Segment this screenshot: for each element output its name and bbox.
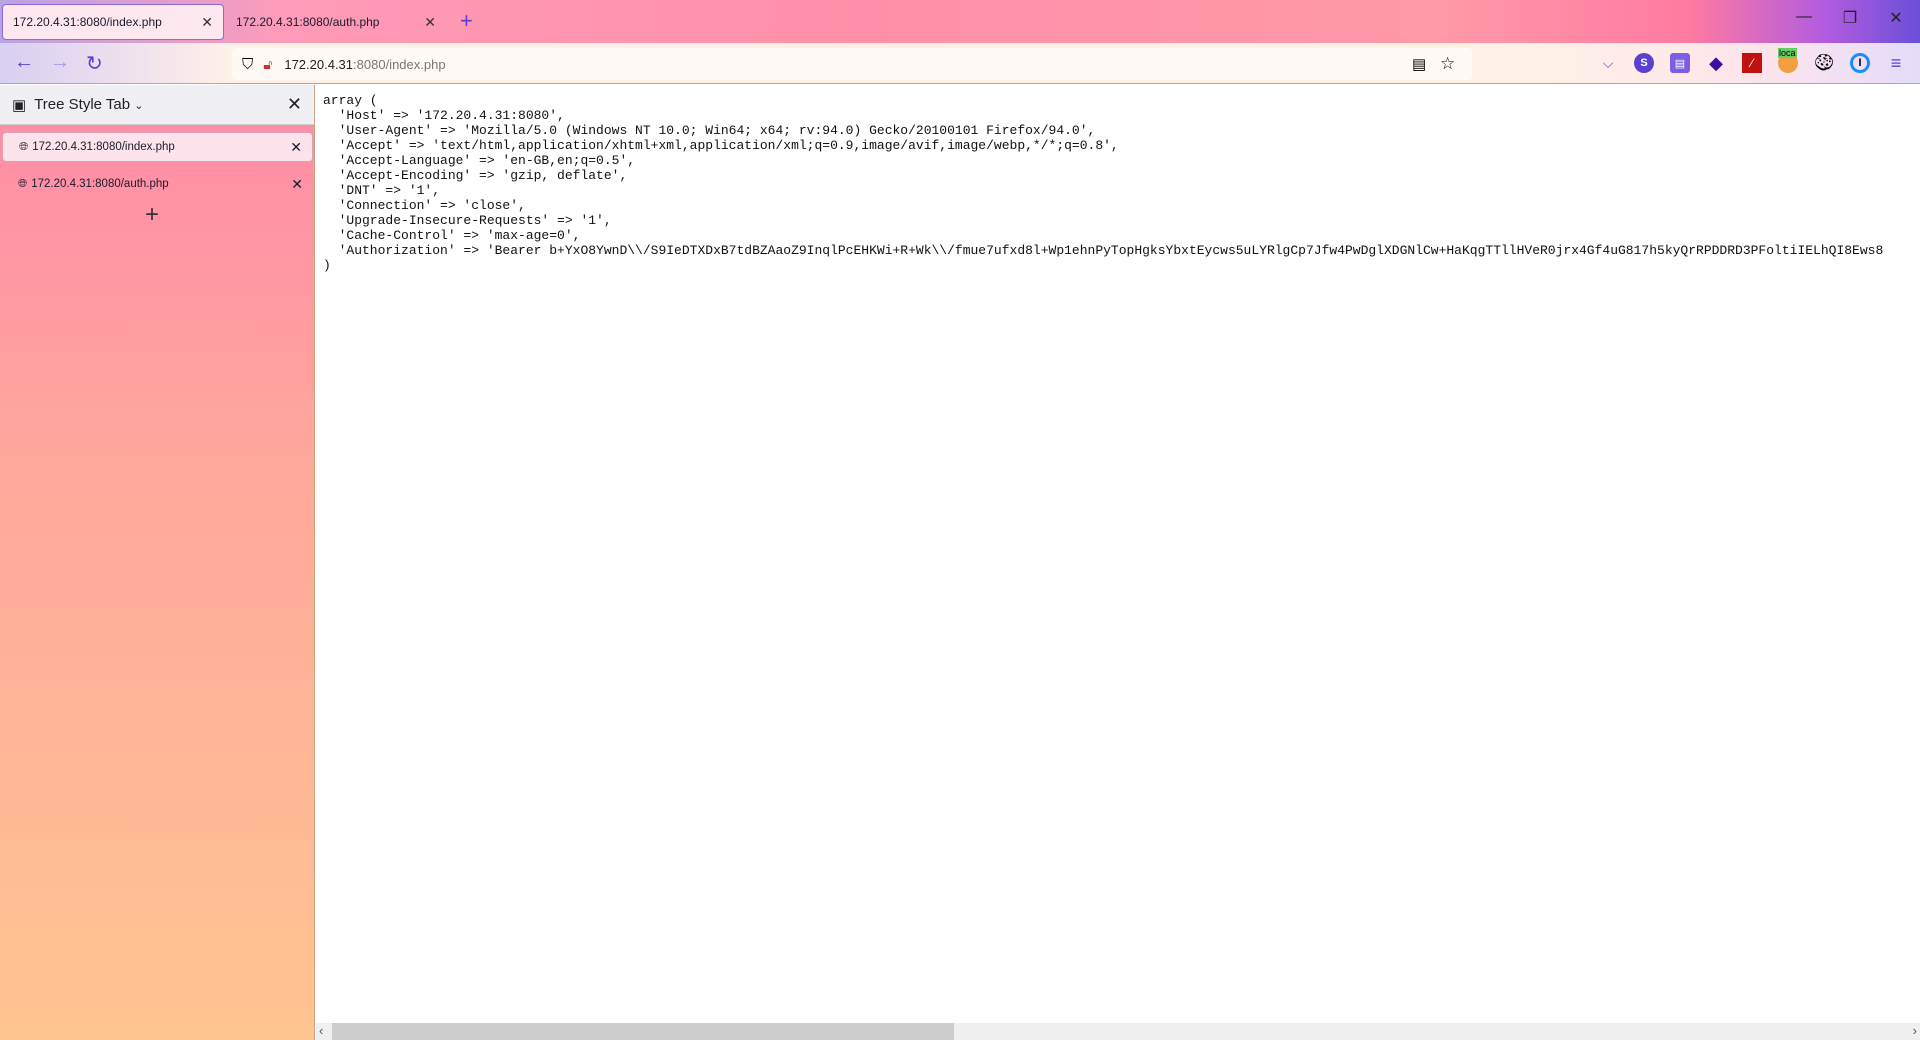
request-headers-dump: array ( 'Host' => '172.20.4.31:8080', 'U… [316,85,1920,273]
magic-wand-icon[interactable]: ⁄ [1742,53,1762,73]
extension-s-icon[interactable]: S [1634,53,1654,73]
url-path: :8080/index.php [353,56,446,72]
insecure-lock-icon[interactable]: 🔓︎ [263,56,272,73]
extension-badge: loca [1778,48,1797,58]
dump-line: array ( [323,93,378,108]
window-close-icon[interactable]: ✕ [1876,8,1916,28]
localhost-extension-icon[interactable]: loca [1778,48,1798,73]
sidebar-tab-auth[interactable]: 🌐︎ 172.20.4.31:8080/auth.php ✕ [2,169,313,199]
close-tab-icon[interactable]: ✕ [424,14,436,31]
dump-line: 'Cache-Control' => 'max-age=0', [323,228,581,243]
containers-icon[interactable]: ▤ [1670,53,1690,73]
close-tab-icon[interactable]: ✕ [291,176,303,193]
page-content: array ( 'Host' => '172.20.4.31:8080', 'U… [316,85,1920,1022]
chevron-down-icon[interactable]: ⌄ [134,100,143,112]
tab-index[interactable]: 172.20.4.31:8080/index.php ✕ [2,4,224,40]
tab-label: 172.20.4.31:8080/auth.php [236,15,380,29]
sidebar-tab-label: 172.20.4.31:8080/index.php [32,141,175,153]
close-sidebar-icon[interactable]: ✕ [287,94,302,115]
url-host: 172.20.4.31 [284,56,354,72]
back-arrow-icon[interactable]: ← [14,51,34,74]
restore-icon[interactable]: ❐ [1830,8,1870,28]
minimize-icon[interactable]: — [1784,8,1824,26]
sidebar-header: ▣ Tree Style Tab ⌄ ✕ [0,85,314,125]
sidebar-title-text: Tree Style Tab [34,96,131,113]
new-tab-plus-icon[interactable]: + [460,8,473,34]
sidebar-title[interactable]: Tree Style Tab ⌄ [34,96,287,113]
dump-line: 'Upgrade-Insecure-Requests' => '1', [323,213,612,228]
sidebar-tab-index[interactable]: 🌐︎ 172.20.4.31:8080/index.php ✕ [2,132,313,162]
tab-auth[interactable]: 172.20.4.31:8080/auth.php ✕ [226,4,446,40]
bookmark-star-icon[interactable]: ☆ [1440,54,1455,74]
dump-line: 'Accept-Encoding' => 'gzip, deflate', [323,168,628,183]
dump-line: 'Accept' => 'text/html,application/xhtml… [323,138,1119,153]
dump-line: 'Accept-Language' => 'en-GB,en;q=0.5', [323,153,636,168]
dump-line: 'Authorization' => 'Bearer b+YxO8YwnD\\/… [323,243,1884,258]
tab-label: 172.20.4.31:8080/index.php [13,15,162,29]
sidebar-icon: ▣ [12,96,27,114]
reload-icon[interactable]: ↻ [86,51,103,76]
pocket-icon[interactable]: ⌵ [1598,53,1618,73]
reader-view-icon[interactable]: ▤ [1412,55,1426,73]
dump-line: ) [323,258,331,273]
layers-icon[interactable]: ◆ [1706,53,1726,73]
tree-style-tab-sidebar: ▣ Tree Style Tab ⌄ ✕ 🌐︎ 172.20.4.31:8080… [0,85,315,1040]
sidebar-tab-label: 172.20.4.31:8080/auth.php [31,178,169,190]
scrollbar-thumb[interactable] [332,1023,954,1040]
password-manager-icon[interactable]: I [1850,53,1870,73]
scroll-right-icon[interactable]: › [1913,1023,1917,1038]
dump-line: 'User-Agent' => 'Mozilla/5.0 (Windows NT… [323,123,1096,138]
close-tab-icon[interactable]: ✕ [201,14,213,31]
tab-bar: 172.20.4.31:8080/index.php ✕ 172.20.4.31… [0,0,1920,43]
address-bar[interactable]: ⛉ 🔓︎ 172.20.4.31:8080/index.php ▤ ☆ [232,48,1472,80]
scroll-left-icon[interactable]: ‹ [319,1023,323,1038]
close-tab-icon[interactable]: ✕ [290,139,302,156]
horizontal-scrollbar[interactable]: ‹ › [316,1023,1920,1040]
cookie-icon[interactable]: 🍪︎ [1813,53,1835,73]
forward-arrow-icon[interactable]: → [50,51,70,74]
dump-line: 'Host' => '172.20.4.31:8080', [323,108,565,123]
menu-hamburger-icon[interactable]: ≡ [1886,53,1906,73]
globe-icon: 🌐︎ [19,140,29,153]
shield-icon[interactable]: ⛉ [242,56,253,73]
new-tab-plus-icon[interactable]: + [145,201,159,229]
dump-line: 'Connection' => 'close', [323,198,526,213]
dump-line: 'DNT' => '1', [323,183,441,198]
nav-toolbar: ← → ↻ ⛉ 🔓︎ 172.20.4.31:8080/index.php ▤ … [0,43,1920,84]
globe-icon: 🌐︎ [18,177,28,190]
